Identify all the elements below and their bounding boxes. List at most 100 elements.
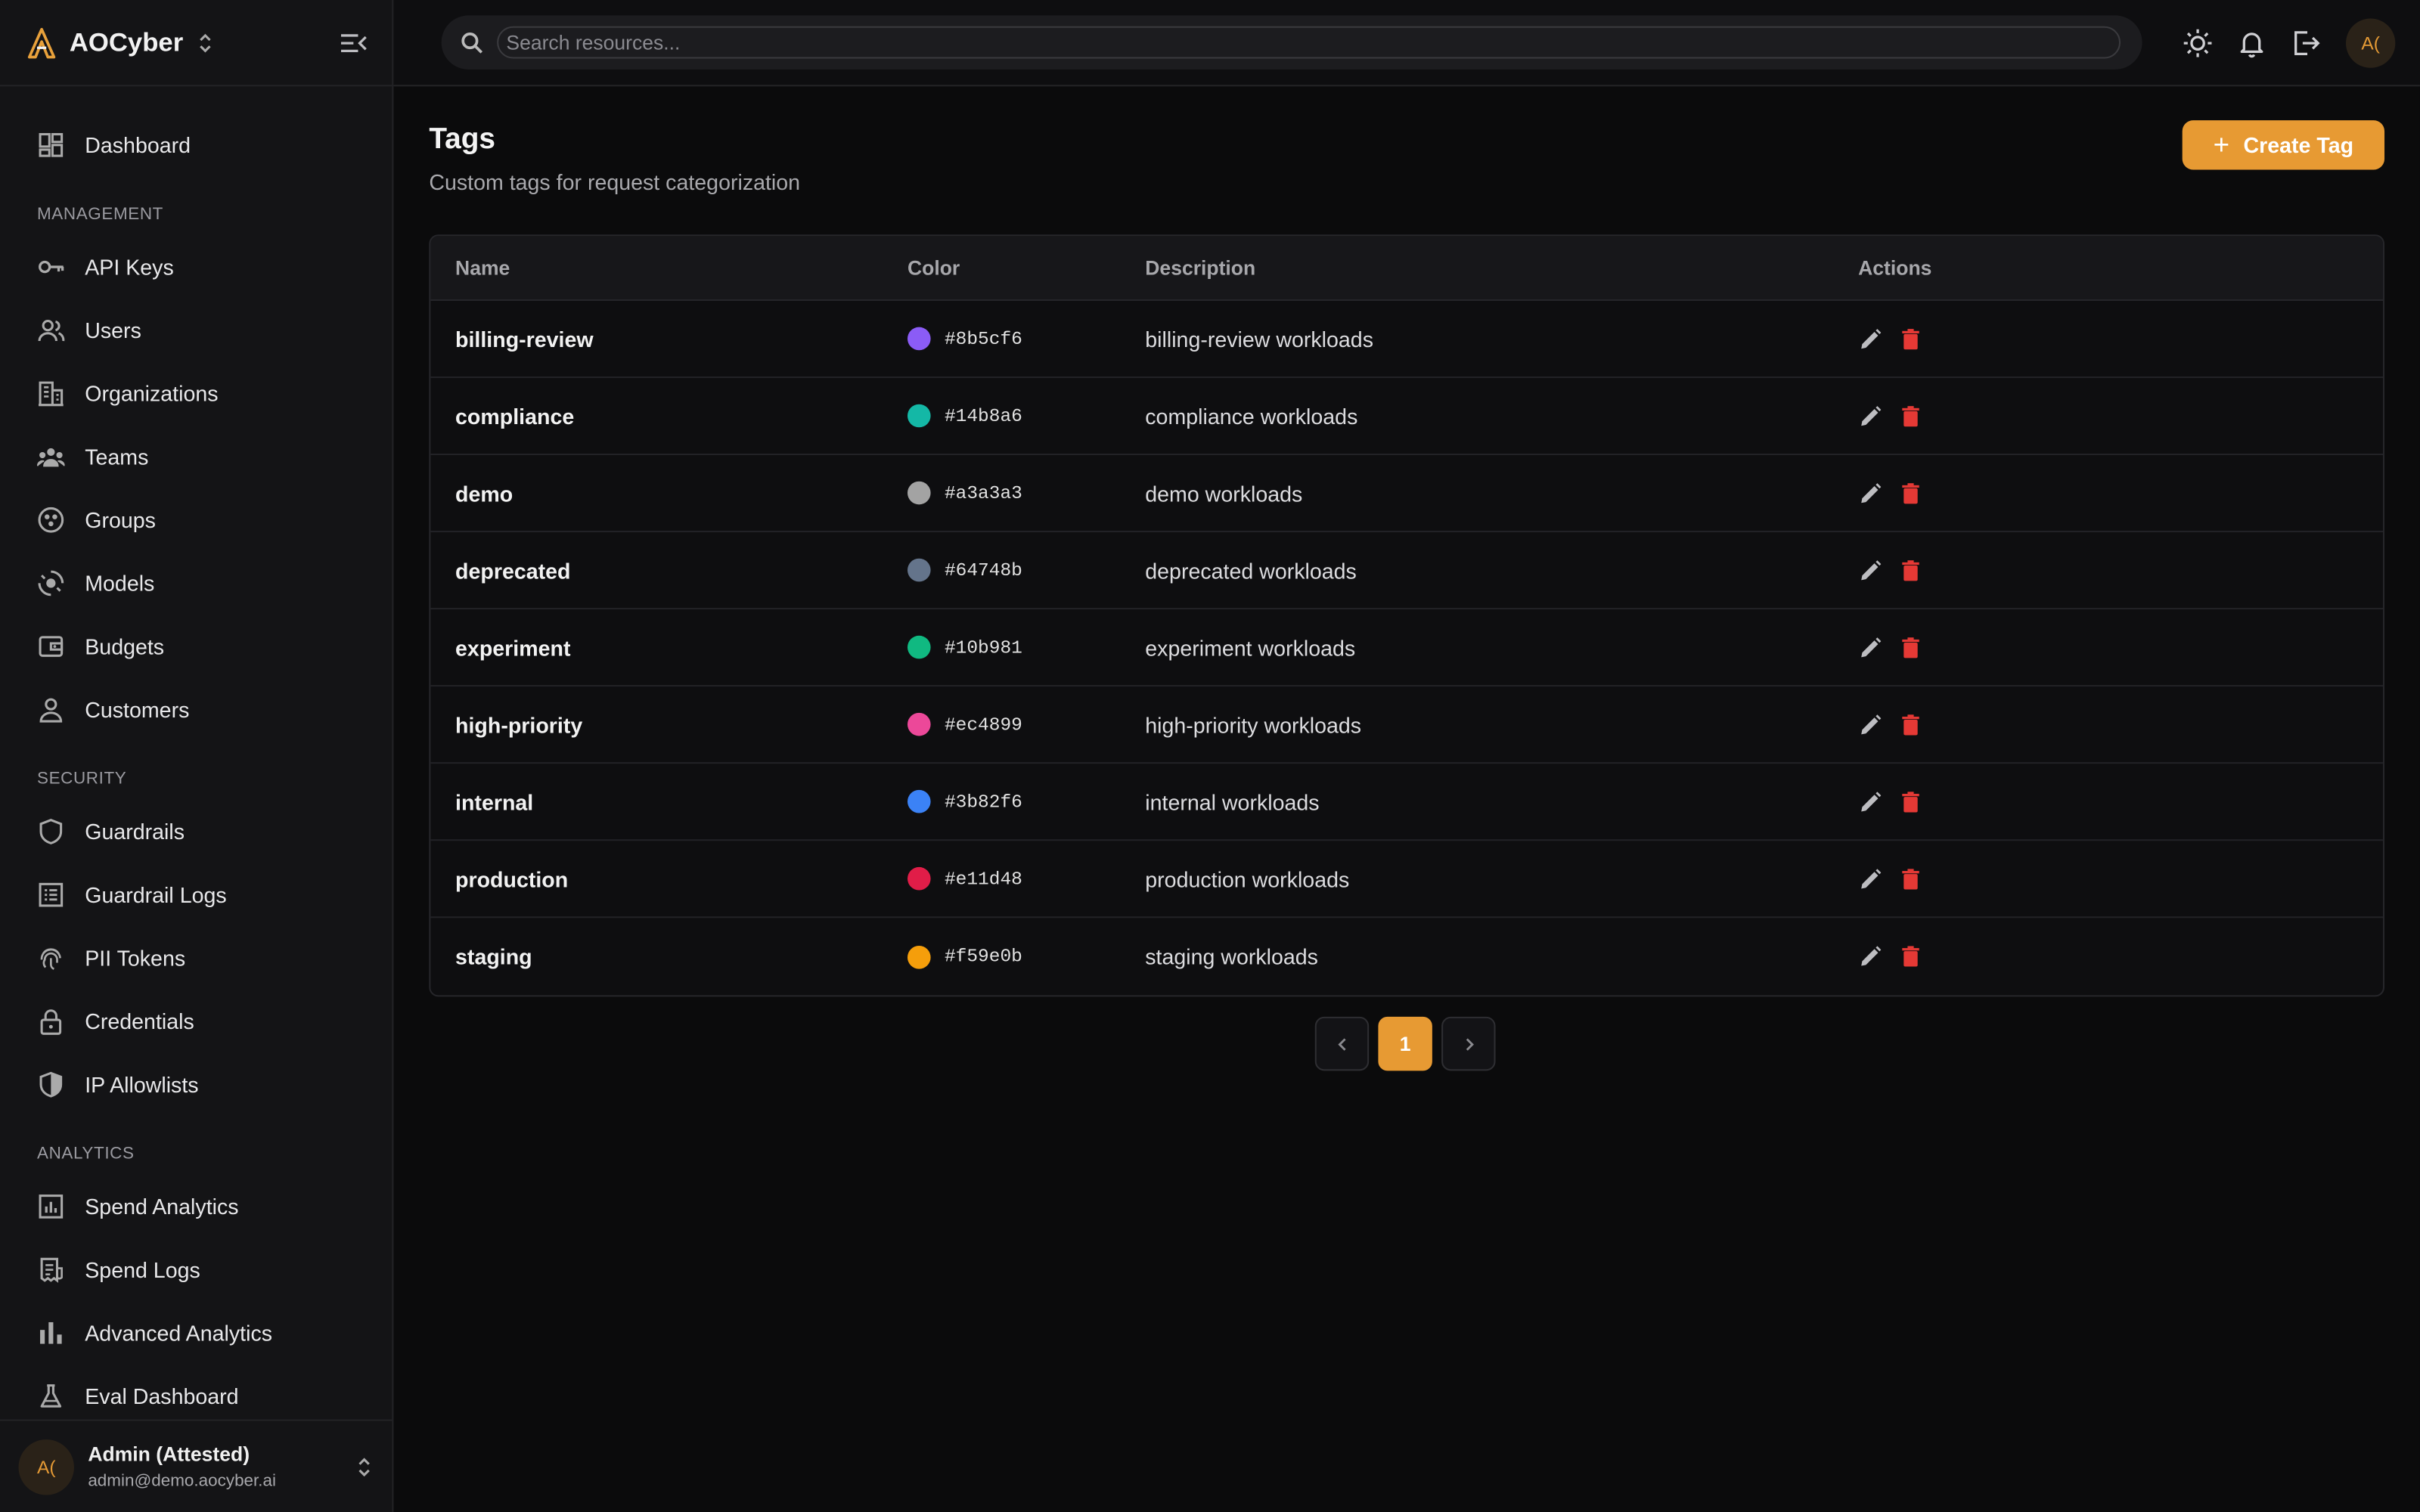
color-swatch xyxy=(907,789,931,813)
edit-icon[interactable] xyxy=(1858,635,1883,660)
page-title: Tags xyxy=(429,123,495,156)
edit-icon[interactable] xyxy=(1858,712,1883,737)
sidebar-item-advanced-analytics[interactable]: Advanced Analytics xyxy=(0,1300,392,1364)
user-email: admin@demo.aocyber.ai xyxy=(88,1471,276,1491)
avatar: A( xyxy=(18,1439,74,1495)
delete-icon[interactable] xyxy=(1898,944,1923,969)
search-input[interactable] xyxy=(497,26,2121,59)
tag-description: high-priority workloads xyxy=(1145,711,1362,737)
groups-icon xyxy=(38,506,64,532)
edit-icon[interactable] xyxy=(1858,481,1883,506)
tag-name: staging xyxy=(455,943,532,969)
edit-icon[interactable] xyxy=(1858,558,1883,583)
sidebar-item-models[interactable]: Models xyxy=(0,551,392,615)
delete-icon[interactable] xyxy=(1898,866,1923,891)
collapse-sidebar-icon[interactable] xyxy=(340,30,368,55)
team-icon xyxy=(36,447,65,466)
color-hex: #3b82f6 xyxy=(944,790,1022,813)
edit-icon[interactable] xyxy=(1858,789,1883,814)
sidebar-item-label: Spend Analytics xyxy=(85,1193,239,1219)
tag-name: compliance xyxy=(455,403,575,429)
bell-icon[interactable] xyxy=(2236,27,2267,58)
shield-half-icon xyxy=(39,1070,63,1097)
sidebar-section-title: MANAGEMENT xyxy=(36,205,164,224)
column-header-name: Name xyxy=(455,256,510,280)
color-hex: #14b8a6 xyxy=(944,404,1022,427)
users-icon xyxy=(38,318,65,341)
fingerprint-icon xyxy=(40,947,61,969)
tag-name: experiment xyxy=(455,634,571,660)
tag-name: internal xyxy=(455,789,534,814)
tag-name: deprecated xyxy=(455,557,571,583)
tag-description: staging workloads xyxy=(1145,943,1318,969)
sidebar-item-label: Organizations xyxy=(85,380,219,405)
sidebar-item-label: Credentials xyxy=(85,1008,194,1033)
delete-icon[interactable] xyxy=(1898,558,1923,583)
edit-icon[interactable] xyxy=(1858,327,1883,352)
sidebar-item-label: Budgets xyxy=(85,633,165,658)
sidebar-item-budgets[interactable]: Budgets xyxy=(0,614,392,677)
sidebar-item-label: IP Allowlists xyxy=(85,1071,199,1096)
sidebar-item-api-keys[interactable]: API Keys xyxy=(0,234,392,298)
avatar[interactable]: A( xyxy=(2346,17,2396,67)
sidebar-item-spend-analytics[interactable]: Spend Analytics xyxy=(0,1174,392,1238)
brand-name[interactable]: AOCyber xyxy=(70,27,183,58)
delete-icon[interactable] xyxy=(1898,635,1923,660)
sidebar-item-users[interactable]: Users xyxy=(0,298,392,361)
sidebar-item-guardrails[interactable]: Guardrails xyxy=(0,799,392,863)
chevron-updown-icon xyxy=(358,1457,370,1476)
sidebar-item-label: Spend Logs xyxy=(85,1256,200,1281)
color-swatch xyxy=(907,635,931,659)
sidebar-item-credentials[interactable]: Credentials xyxy=(0,989,392,1052)
sidebar-item-eval-dashboard[interactable]: Eval Dashboard xyxy=(0,1364,392,1427)
tag-name: demo xyxy=(455,480,513,506)
color-hex: #64748b xyxy=(944,559,1022,581)
sidebar-item-guardrail-logs[interactable]: Guardrail Logs xyxy=(0,863,392,926)
page-button-current[interactable]: 1 xyxy=(1378,1016,1432,1071)
sidebar-item-label: Users xyxy=(85,317,141,342)
tag-description: internal workloads xyxy=(1145,789,1320,814)
sidebar-item-label: API Keys xyxy=(85,253,174,279)
user-menu[interactable]: A( Admin (Attested) admin@demo.aocyber.a… xyxy=(0,1419,392,1512)
edit-icon[interactable] xyxy=(1858,944,1883,969)
sidebar-item-organizations[interactable]: Organizations xyxy=(0,361,392,425)
delete-icon[interactable] xyxy=(1898,404,1923,429)
tag-name: high-priority xyxy=(455,711,583,737)
table-row: staging #f59e0b staging workloads xyxy=(430,918,2383,995)
sidebar-item-teams[interactable]: Teams xyxy=(0,424,392,488)
edit-icon[interactable] xyxy=(1858,404,1883,429)
tag-name: production xyxy=(455,866,569,891)
delete-icon[interactable] xyxy=(1898,481,1923,506)
next-page-button[interactable] xyxy=(1441,1016,1496,1071)
sidebar-item-label: Groups xyxy=(85,507,156,532)
table-row: experiment #10b981 experiment workloads xyxy=(430,609,2383,687)
table-row: production #e11d48 production workloads xyxy=(430,841,2383,919)
search-bar xyxy=(441,15,2142,70)
prev-page-button[interactable] xyxy=(1314,1016,1370,1071)
edit-icon[interactable] xyxy=(1858,866,1883,891)
color-hex: #8b5cf6 xyxy=(944,327,1022,350)
org-switch-icon[interactable] xyxy=(196,32,214,54)
create-tag-button[interactable]: + Create Tag xyxy=(2182,120,2385,170)
logout-icon[interactable] xyxy=(2291,27,2322,58)
pagination: 1 xyxy=(1314,1016,1505,1071)
delete-icon[interactable] xyxy=(1898,327,1923,352)
sidebar-item-groups[interactable]: Groups xyxy=(0,488,392,551)
delete-icon[interactable] xyxy=(1898,789,1923,814)
search-icon xyxy=(461,32,483,53)
user-name: Admin (Attested) xyxy=(88,1442,250,1466)
sidebar-section-title: ANALYTICS xyxy=(36,1145,135,1163)
flask-icon xyxy=(40,1383,62,1407)
table-header: Name Color Description Actions xyxy=(430,236,2383,301)
sidebar-item-dashboard[interactable]: Dashboard xyxy=(0,113,392,176)
sidebar-item-pii-tokens[interactable]: PII Tokens xyxy=(0,925,392,989)
key-icon xyxy=(39,259,64,273)
sidebar-item-customers[interactable]: Customers xyxy=(0,677,392,741)
receipt-icon xyxy=(40,1256,63,1282)
tag-description: production workloads xyxy=(1145,866,1350,891)
theme-toggle-icon[interactable] xyxy=(2183,27,2214,58)
sidebar-item-ip-allowlists[interactable]: IP Allowlists xyxy=(0,1052,392,1116)
sidebar-item-spend-logs[interactable]: Spend Logs xyxy=(0,1238,392,1301)
delete-icon[interactable] xyxy=(1898,712,1923,737)
sidebar-item-label: Models xyxy=(85,570,155,595)
